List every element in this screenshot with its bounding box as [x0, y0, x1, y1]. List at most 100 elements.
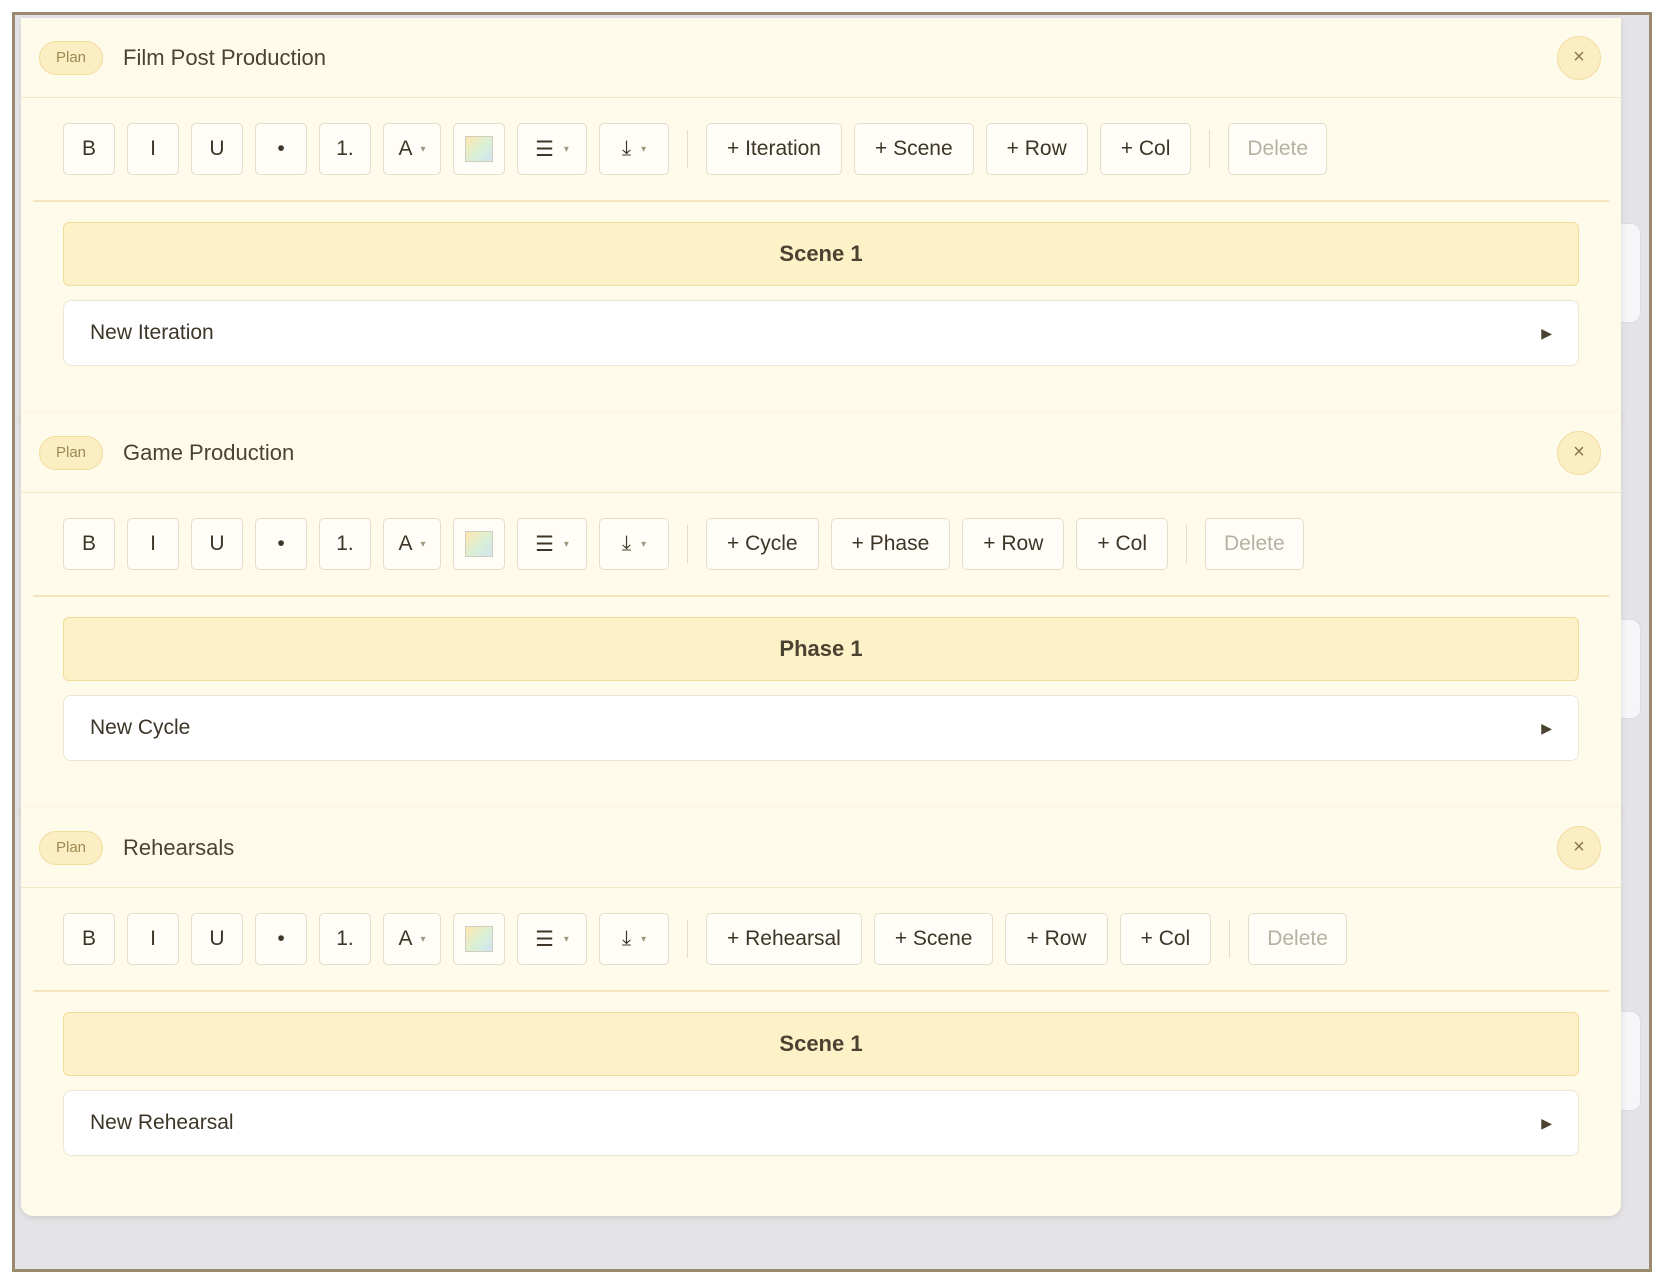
toolbar-divider	[687, 920, 688, 958]
chevron-down-icon: ▾	[563, 538, 569, 550]
chevron-down-icon: ▾	[641, 143, 647, 155]
chevron-down-icon: ▾	[420, 143, 426, 155]
numbered-list-button[interactable]: 1.	[319, 518, 371, 570]
plan-panel: Plan Film Post Production × B I U • 1. A…	[21, 18, 1621, 426]
add-row-button[interactable]: + Row	[985, 123, 1088, 175]
chevron-down-icon: ▾	[641, 933, 647, 945]
expand-arrow-icon[interactable]: ▶	[1541, 325, 1552, 342]
toolbar-divider	[687, 130, 688, 168]
color-swatch-icon	[465, 531, 493, 557]
add-col-button[interactable]: + Col	[1119, 913, 1212, 965]
toolbar-divider	[1209, 130, 1211, 168]
plan-header: Plan Rehearsals ×	[21, 808, 1621, 888]
list-item[interactable]: New Rehearsal ▶	[63, 1090, 1579, 1156]
insert-dropdown[interactable]: ⤓ ▾	[599, 123, 669, 175]
align-icon: ☰	[535, 532, 554, 556]
underline-button[interactable]: U	[191, 913, 243, 965]
toolbar-divider	[687, 525, 688, 563]
add-col-button[interactable]: + Col	[1099, 123, 1192, 175]
group-header[interactable]: Scene 1	[63, 1012, 1579, 1076]
formatting-toolbar: B I U • 1. A ▾ ☰ ▾ ⤓ ▾	[33, 98, 1609, 202]
chevron-down-icon: ▾	[563, 143, 569, 155]
bullet-list-button[interactable]: •	[255, 518, 307, 570]
formatting-toolbar: B I U • 1. A ▾ ☰ ▾ ⤓ ▾	[33, 888, 1609, 992]
add-cycle-button[interactable]: + Cycle	[706, 518, 819, 570]
plans-window: Plan Film Post Production × B I U • 1. A…	[12, 12, 1652, 1272]
item-label: New Cycle	[90, 716, 191, 739]
underline-button[interactable]: U	[191, 123, 243, 175]
chevron-down-icon: ▾	[563, 933, 569, 945]
expand-arrow-icon[interactable]: ▶	[1541, 720, 1552, 737]
insert-icon: ⤓	[621, 927, 632, 950]
chevron-down-icon: ▾	[420, 933, 426, 945]
font-color-icon: A	[398, 927, 413, 950]
delete-button[interactable]: Delete	[1204, 518, 1304, 570]
chevron-down-icon: ▾	[420, 538, 426, 550]
insert-dropdown[interactable]: ⤓ ▾	[599, 913, 669, 965]
font-color-icon: A	[398, 532, 413, 555]
plan-header: Plan Film Post Production ×	[21, 18, 1621, 98]
item-label: New Iteration	[90, 321, 214, 344]
font-color-dropdown[interactable]: A ▾	[383, 913, 441, 965]
plan-header: Plan Game Production ×	[21, 413, 1621, 493]
insert-icon: ⤓	[621, 532, 632, 555]
delete-button[interactable]: Delete	[1228, 123, 1328, 175]
item-label: New Rehearsal	[90, 1111, 234, 1134]
bold-button[interactable]: B	[63, 518, 115, 570]
bold-button[interactable]: B	[63, 123, 115, 175]
italic-button[interactable]: I	[127, 123, 179, 175]
group-header[interactable]: Phase 1	[63, 617, 1579, 681]
close-icon[interactable]: ×	[1557, 825, 1601, 870]
italic-button[interactable]: I	[127, 518, 179, 570]
font-color-icon: A	[398, 137, 413, 160]
underline-button[interactable]: U	[191, 518, 243, 570]
insert-icon: ⤓	[621, 137, 632, 160]
numbered-list-button[interactable]: 1.	[319, 913, 371, 965]
close-icon[interactable]: ×	[1557, 430, 1601, 475]
align-dropdown[interactable]: ☰ ▾	[517, 913, 587, 965]
plan-badge: Plan	[39, 40, 104, 75]
bullet-list-button[interactable]: •	[255, 913, 307, 965]
align-dropdown[interactable]: ☰ ▾	[517, 123, 587, 175]
add-row-button[interactable]: + Row	[962, 518, 1065, 570]
fill-color-button[interactable]	[453, 518, 505, 570]
list-item[interactable]: New Iteration ▶	[63, 300, 1579, 366]
expand-arrow-icon[interactable]: ▶	[1541, 1115, 1552, 1132]
numbered-list-button[interactable]: 1.	[319, 123, 371, 175]
add-scene-button[interactable]: + Scene	[873, 913, 994, 965]
plan-badge: Plan	[39, 830, 104, 865]
plans-container: Plan Film Post Production × B I U • 1. A…	[15, 15, 1649, 1269]
fill-color-button[interactable]	[453, 913, 505, 965]
close-icon[interactable]: ×	[1557, 35, 1601, 80]
add-row-button[interactable]: + Row	[1005, 913, 1108, 965]
bold-button[interactable]: B	[63, 913, 115, 965]
group-header[interactable]: Scene 1	[63, 222, 1579, 286]
font-color-dropdown[interactable]: A ▾	[383, 123, 441, 175]
plan-content: Phase 1 New Cycle ▶	[21, 597, 1621, 761]
add-iteration-button[interactable]: + Iteration	[706, 123, 842, 175]
delete-button[interactable]: Delete	[1248, 913, 1347, 965]
add-phase-button[interactable]: + Phase	[830, 518, 951, 570]
toolbar-divider	[1185, 525, 1187, 563]
font-color-dropdown[interactable]: A ▾	[383, 518, 441, 570]
list-item[interactable]: New Cycle ▶	[63, 695, 1579, 761]
plan-panel: Plan Game Production × B I U • 1. A ▾ ☰	[21, 413, 1621, 821]
italic-button[interactable]: I	[127, 913, 179, 965]
align-icon: ☰	[535, 927, 554, 951]
plan-title: Film Post Production	[123, 44, 326, 70]
add-rehearsal-button[interactable]: + Rehearsal	[706, 913, 862, 965]
plan-panel: Plan Rehearsals × B I U • 1. A ▾ ☰ ▾ ⤓ ▾…	[21, 808, 1621, 1216]
add-scene-button[interactable]: + Scene	[853, 123, 974, 175]
plan-title: Rehearsals	[123, 834, 235, 860]
plan-badge: Plan	[39, 435, 104, 470]
color-swatch-icon	[465, 926, 493, 952]
bullet-list-button[interactable]: •	[255, 123, 307, 175]
add-col-button[interactable]: + Col	[1076, 518, 1168, 570]
formatting-toolbar: B I U • 1. A ▾ ☰ ▾ ⤓ ▾	[33, 493, 1609, 597]
chevron-down-icon: ▾	[641, 538, 647, 550]
insert-dropdown[interactable]: ⤓ ▾	[599, 518, 669, 570]
fill-color-button[interactable]	[453, 123, 505, 175]
color-swatch-icon	[465, 136, 493, 162]
plan-title: Game Production	[123, 439, 295, 465]
align-dropdown[interactable]: ☰ ▾	[517, 518, 587, 570]
